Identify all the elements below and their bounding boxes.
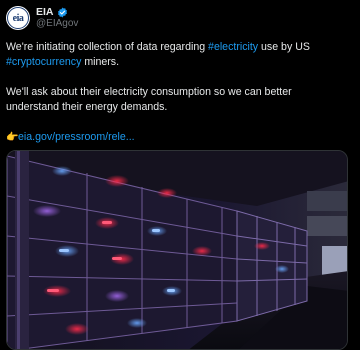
tweet-card[interactable]: eia EIA @EIAgov We're initiating collect… bbox=[0, 0, 360, 350]
tweet-header: eia EIA @EIAgov bbox=[6, 6, 78, 30]
tweet-paragraph-2: We'll ask about their electricity consum… bbox=[6, 86, 292, 113]
tweet-media-image[interactable] bbox=[6, 150, 348, 350]
hashtag-cryptocurrency[interactable]: #cryptocurrency bbox=[6, 56, 81, 68]
tweet-paragraph-1: We're initiating collection of data rega… bbox=[6, 40, 346, 70]
text-segment: miners. bbox=[81, 56, 120, 68]
avatar[interactable]: eia bbox=[6, 6, 30, 30]
name-row: EIA bbox=[36, 6, 78, 18]
tweet-text: We're initiating collection of data rega… bbox=[6, 40, 346, 145]
text-segment: We're initiating collection of data rega… bbox=[6, 41, 209, 53]
verified-badge-icon bbox=[57, 6, 68, 18]
author-names: EIA @EIAgov bbox=[36, 6, 78, 30]
server-rack-photo bbox=[7, 151, 347, 349]
pressroom-link[interactable]: eia.gov/pressroom/rele... bbox=[18, 131, 135, 143]
hashtag-electricity[interactable]: #electricity bbox=[208, 41, 258, 53]
tweet-link-line: 👉eia.gov/pressroom/rele... bbox=[6, 130, 346, 145]
display-name[interactable]: EIA bbox=[36, 6, 54, 18]
eia-logo: eia bbox=[7, 7, 29, 29]
text-segment: use by US bbox=[258, 41, 310, 53]
backhand-index-pointing-right-icon: 👉 bbox=[6, 132, 19, 143]
handle[interactable]: @EIAgov bbox=[36, 18, 78, 30]
